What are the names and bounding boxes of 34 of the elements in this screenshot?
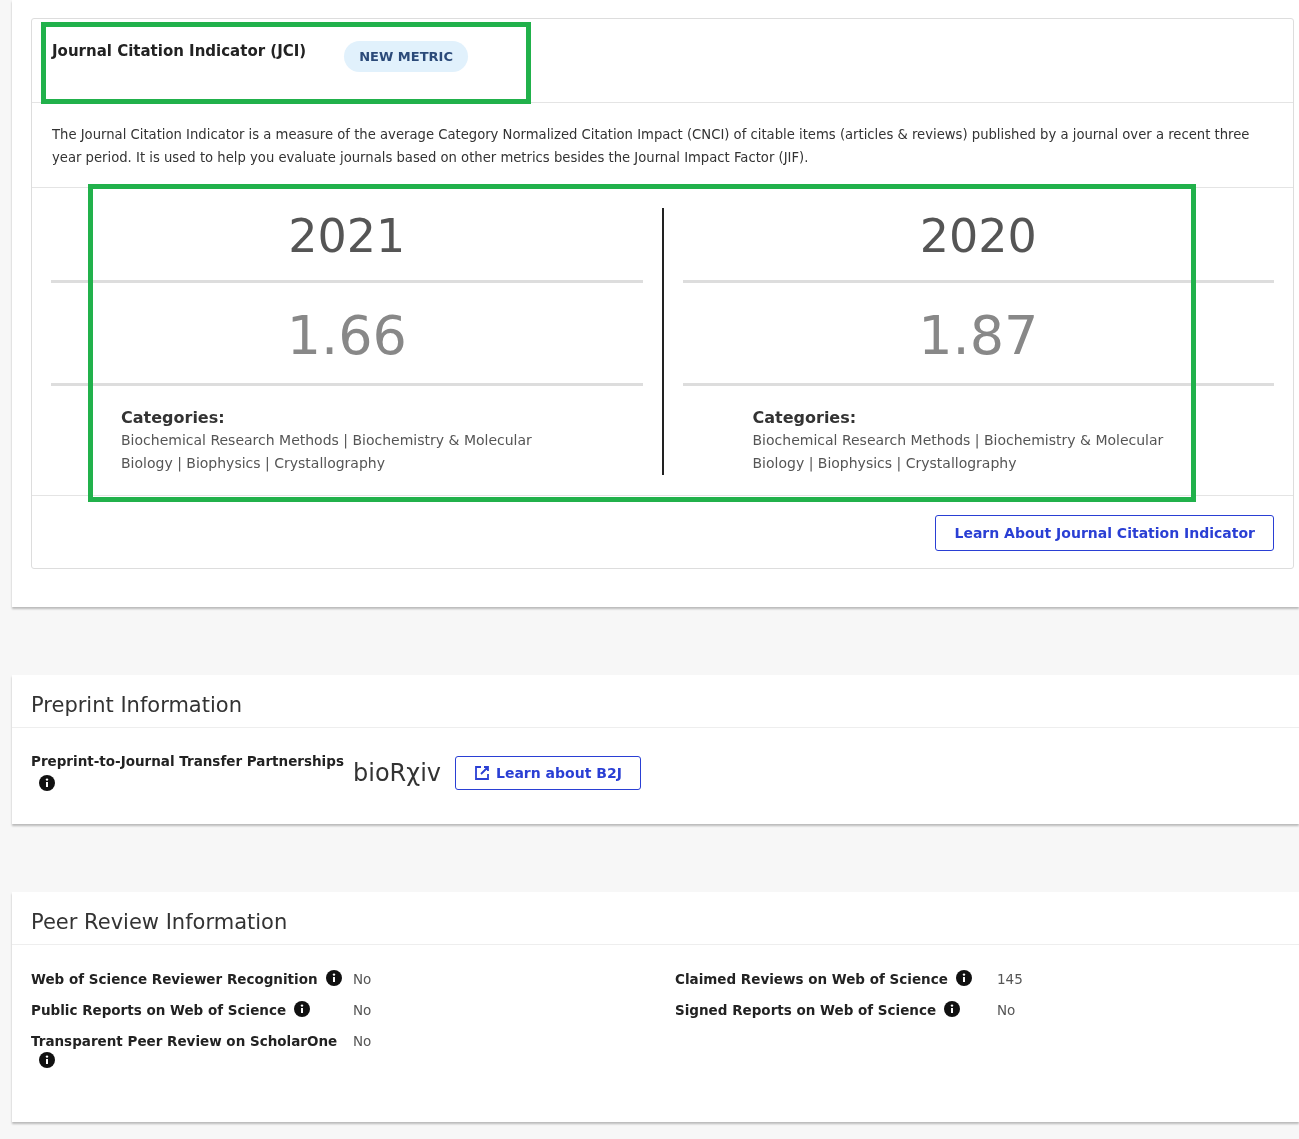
field-value: 145	[997, 970, 1023, 989]
field-label: Web of Science Reviewer Recognition	[31, 971, 318, 987]
learn-jci-button[interactable]: Learn About Journal Citation Indicator	[935, 515, 1274, 551]
field-label: Claimed Reviews on Web of Science	[675, 971, 948, 987]
year-heading: 2020	[682, 208, 1274, 283]
info-icon[interactable]	[944, 1001, 961, 1017]
description-text: The Journal Citation Indicator is a measure of the average Category Normalized Citation Impact (CNCI) of citable items (articles & reviews) published by a journal over a recent three year period. It is used to help you evaluate journals based on other metrics besides the Journal Impact Factor (JIF).	[32, 103, 1293, 188]
field-value: No	[353, 970, 372, 989]
field-label: Preprint-to-Journal Transfer Partnerships	[31, 753, 344, 769]
field-value: No	[353, 1001, 372, 1020]
info-icon[interactable]	[294, 1001, 311, 1017]
new-metric-badge: NEW METRIC	[344, 41, 468, 72]
jci-value: 1.66	[51, 283, 643, 386]
info-icon[interactable]	[39, 1052, 55, 1068]
categories-text: Biochemical Research Methods | Biochemistry & Molecular Biology | Biophysics | Crystallography	[121, 431, 533, 474]
field-label: Public Reports on Web of Science	[31, 1002, 287, 1018]
jci-value: 1.87	[682, 283, 1274, 386]
categories-label: Categories:	[121, 408, 226, 427]
info-icon[interactable]	[955, 970, 972, 986]
biorxiv-logo: bioRχiv	[353, 759, 441, 787]
external-link-icon	[474, 765, 490, 781]
year-heading: 2021	[51, 208, 643, 283]
section-title: Preprint Information	[12, 675, 1299, 728]
field-value: No	[353, 1032, 372, 1051]
section-title: Journal Citation Indicator (JCI)	[52, 42, 307, 60]
field-label: Signed Reports on Web of Science	[675, 1002, 937, 1018]
section-title: Peer Review Information	[12, 892, 1299, 945]
field-value: No	[997, 1001, 1016, 1020]
info-icon[interactable]	[39, 775, 55, 791]
learn-b2j-button[interactable]: Learn about B2J	[455, 756, 641, 790]
categories-text: Biochemical Research Methods | Biochemistry & Molecular Biology | Biophysics | Crystallography	[752, 431, 1165, 474]
info-icon[interactable]	[325, 970, 342, 986]
categories-label: Categories:	[752, 408, 858, 427]
field-label: Transparent Peer Review on ScholarOne	[31, 1033, 338, 1049]
